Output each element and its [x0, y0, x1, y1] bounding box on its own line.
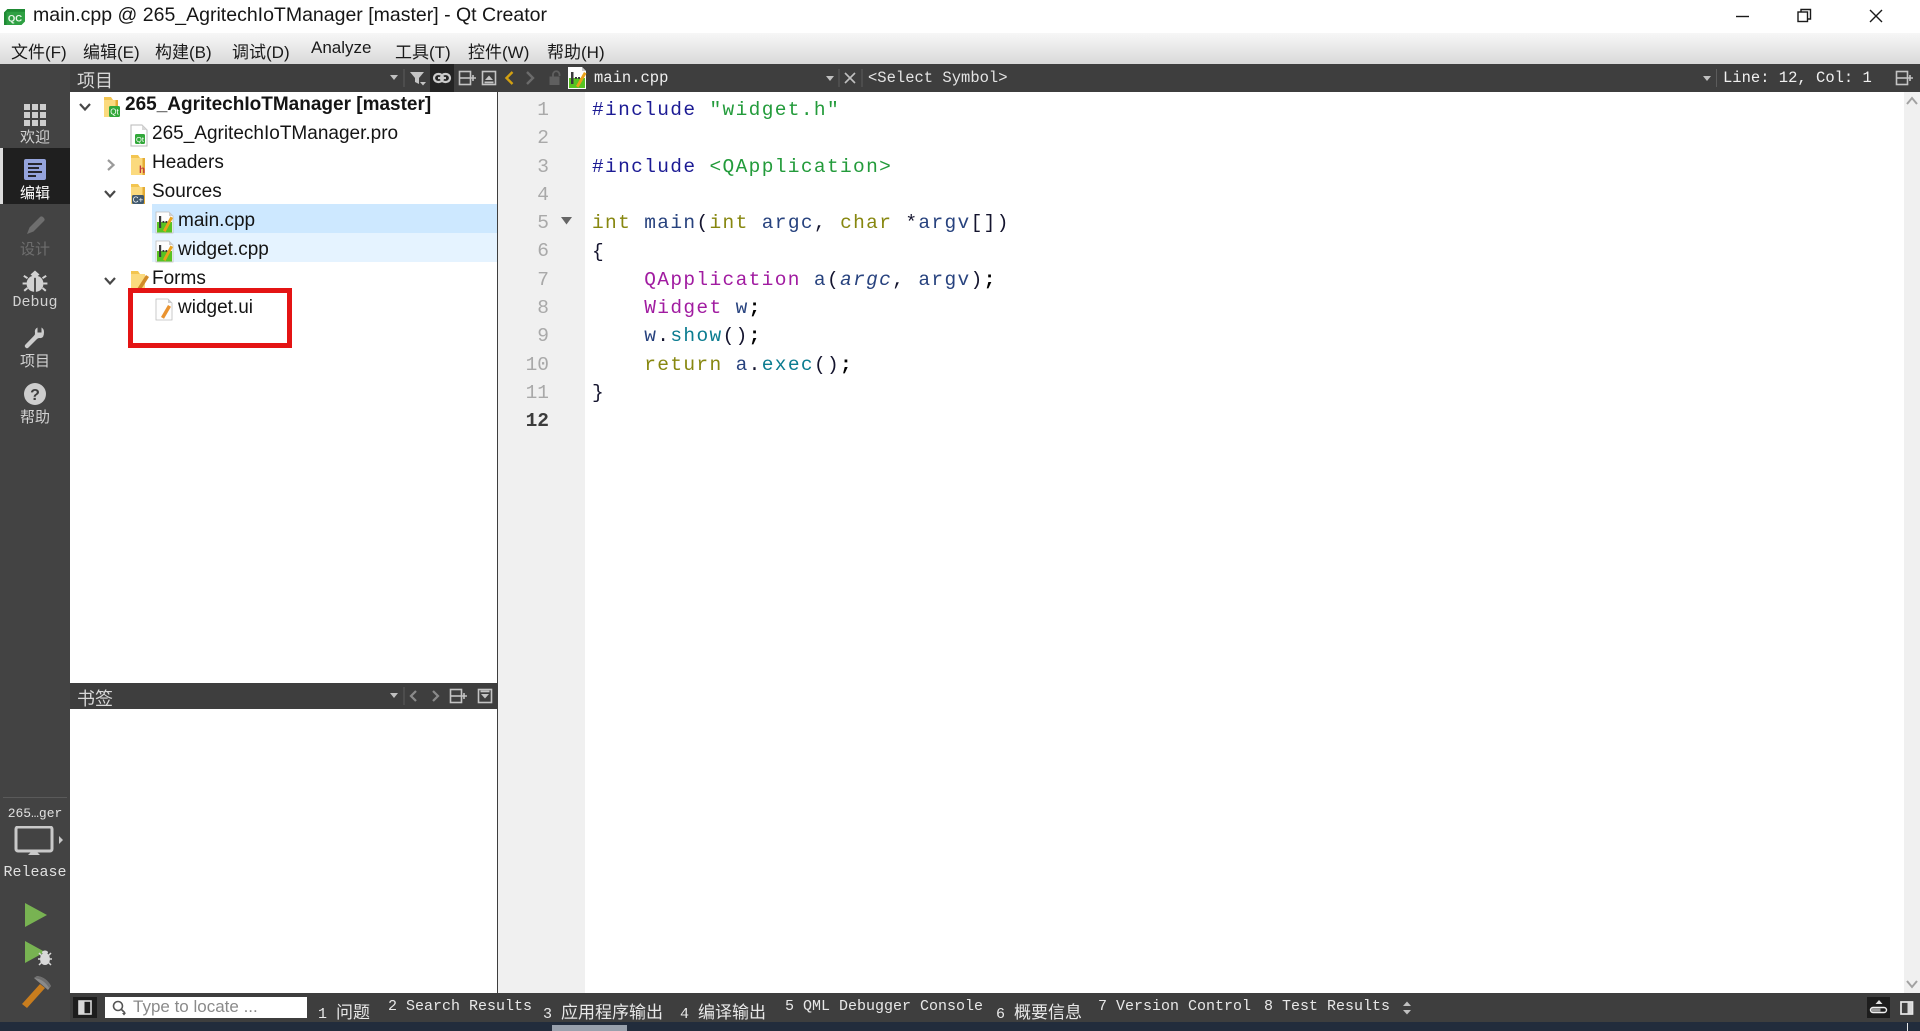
- svg-text:C+: C+: [133, 196, 144, 205]
- svg-text:QC: QC: [8, 14, 22, 25]
- svg-text:Qt: Qt: [136, 135, 145, 144]
- svg-text:h: h: [139, 165, 145, 176]
- svg-text:Qt: Qt: [110, 108, 119, 117]
- svg-text:?: ?: [30, 387, 40, 404]
